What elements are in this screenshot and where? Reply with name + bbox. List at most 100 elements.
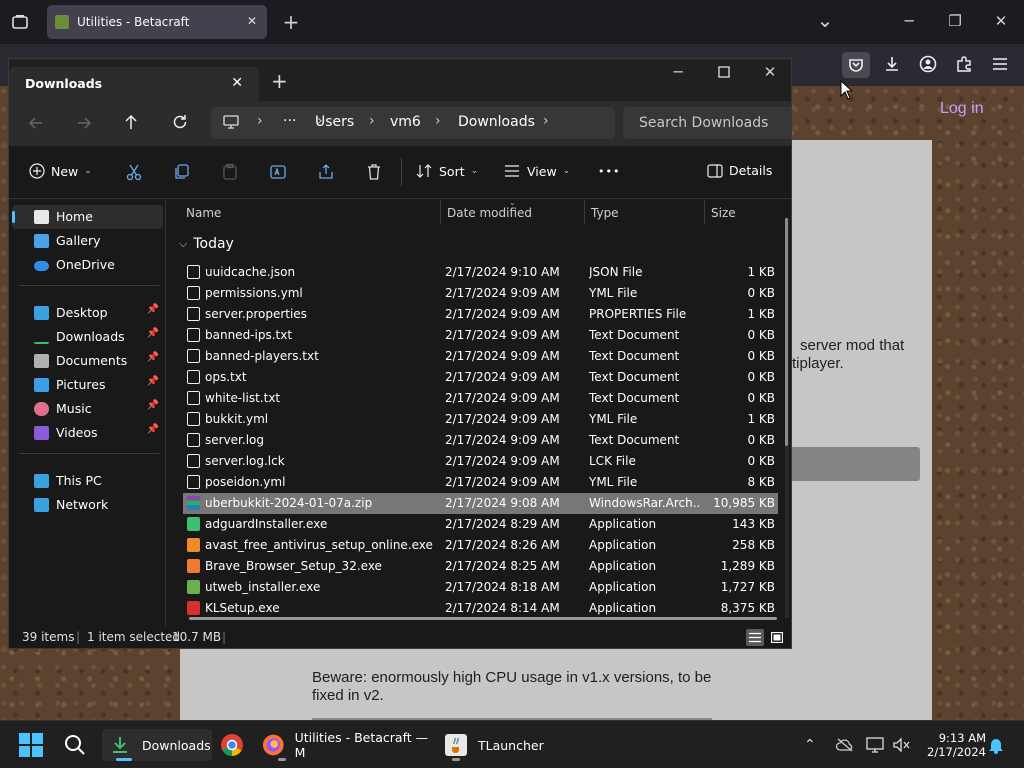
column-separator[interactable]	[704, 200, 705, 224]
search-downloads-input[interactable]: Search Downloads	[623, 107, 791, 139]
search-button[interactable]	[64, 729, 90, 761]
column-header-name[interactable]: Name	[186, 206, 221, 220]
pin-icon[interactable]: 📌	[147, 424, 159, 435]
taskbar-tlauncher[interactable]: TLauncher	[444, 729, 544, 761]
file-row[interactable]: avast_free_antivirus_setup_online.exe 2/1…	[183, 535, 778, 556]
file-row[interactable]: banned-players.txt 2/17/2024 9:09 AM Text …	[183, 346, 778, 367]
sidebar-item-home[interactable]: Home	[12, 205, 163, 229]
browser-tab-utilities[interactable]: Utilities - Betacraft ✕	[47, 5, 267, 39]
file-row[interactable]: KLSetup.exe 2/17/2024 8:14 AM Application 8…	[183, 598, 778, 619]
new-button[interactable]: New ⌄	[29, 163, 92, 179]
firefox-view-icon[interactable]	[10, 12, 30, 32]
account-icon[interactable]	[918, 54, 938, 74]
rename-icon[interactable]	[269, 163, 287, 185]
details-button[interactable]: Details	[707, 163, 772, 178]
sidebar-item-music[interactable]: Music 📌	[12, 397, 163, 421]
pin-icon[interactable]: 📌	[147, 352, 159, 363]
pin-icon[interactable]: 📌	[147, 328, 159, 339]
sidebar-item-desktop[interactable]: Desktop 📌	[12, 301, 163, 325]
downloads-icon[interactable]	[882, 54, 902, 74]
network-status-icon[interactable]	[866, 729, 886, 761]
sidebar-item-this-pc[interactable]: This PC	[12, 469, 163, 493]
breadcrumb-users[interactable]: Users	[315, 114, 354, 130]
browser-minimize-button[interactable]: ─	[894, 12, 924, 30]
breadcrumb-downloads[interactable]: Downloads	[458, 114, 535, 130]
more-options-button[interactable]: •••	[598, 165, 620, 178]
download-button[interactable]	[792, 447, 920, 481]
explorer-maximize-button[interactable]	[709, 63, 739, 82]
file-row[interactable]: banned-ips.txt 2/17/2024 9:09 AM Text Docu…	[183, 325, 778, 346]
sidebar-item-videos[interactable]: Videos 📌	[12, 421, 163, 445]
file-row[interactable]: permissions.yml 2/17/2024 9:09 AM YML File…	[183, 283, 778, 304]
sidebar-item-downloads[interactable]: Downloads 📌	[12, 325, 163, 349]
file-row[interactable]: uberbukkit-2024-01-07a.zip 2/17/2024 9:08…	[183, 493, 778, 514]
file-row[interactable]: server.properties 2/17/2024 9:09 AM PROPER…	[183, 304, 778, 325]
show-hidden-icons-chevron-icon[interactable]: ⌃	[804, 729, 822, 761]
explorer-minimize-button[interactable]: ─	[663, 63, 693, 81]
file-row[interactable]: Brave_Browser_Setup_32.exe 2/17/2024 8:25…	[183, 556, 778, 577]
notification-bell-icon[interactable]	[988, 729, 1006, 761]
cloud-sync-icon[interactable]	[836, 729, 854, 761]
details-view-icon[interactable]	[746, 629, 764, 646]
pin-icon[interactable]: 📌	[147, 376, 159, 387]
column-separator[interactable]	[440, 200, 441, 224]
up-arrow-icon[interactable]	[122, 113, 140, 135]
taskbar-chrome[interactable]	[220, 729, 248, 761]
sidebar-item-documents[interactable]: Documents 📌	[12, 349, 163, 373]
file-row[interactable]: bukkit.yml 2/17/2024 9:09 AM YML File 1 KB	[183, 409, 778, 430]
file-row[interactable]: adguardInstaller.exe 2/17/2024 8:29 AM App…	[183, 514, 778, 535]
tab-close-icon[interactable]: ✕	[247, 14, 257, 28]
view-button[interactable]: View ⌄	[503, 163, 570, 179]
sort-button[interactable]: Sort ⌄	[415, 163, 478, 179]
scrollbar-thumb[interactable]	[785, 218, 788, 446]
start-button[interactable]	[18, 729, 46, 761]
file-row[interactable]: ops.txt 2/17/2024 9:09 AM Text Document 0 K…	[183, 367, 778, 388]
column-header-size[interactable]: Size	[711, 206, 736, 220]
paste-icon[interactable]	[221, 163, 239, 185]
file-row[interactable]: server.log 2/17/2024 9:09 AM Text Document…	[183, 430, 778, 451]
breadcrumb-ellipsis[interactable]: ···	[283, 113, 296, 129]
refresh-icon[interactable]	[171, 113, 189, 135]
list-all-tabs-button[interactable]: ⌄	[810, 8, 840, 32]
taskbar-file-explorer[interactable]: Downloads	[102, 729, 212, 761]
breadcrumb-vm6[interactable]: vm6	[390, 114, 421, 130]
sidebar-item-network[interactable]: Network	[12, 493, 163, 517]
menu-icon[interactable]	[990, 54, 1010, 74]
tiles-view-icon[interactable]	[769, 629, 785, 646]
file-row[interactable]: utweb_installer.exe 2/17/2024 8:18 AM Appl…	[183, 577, 778, 598]
cut-icon[interactable]	[125, 163, 143, 185]
share-icon[interactable]	[317, 163, 335, 185]
address-bar[interactable]: › ··· › Users › vm6 › Downloads ›	[211, 107, 615, 139]
explorer-close-button[interactable]: ✕	[755, 63, 785, 81]
taskbar-firefox[interactable]: Utilities - Betacraft — M	[262, 729, 434, 761]
column-header-type[interactable]: Type	[591, 206, 619, 220]
column-header-date-modified[interactable]: Date modified	[447, 206, 532, 220]
back-arrow-icon[interactable]	[27, 114, 45, 136]
pin-icon[interactable]: 📌	[147, 400, 159, 411]
column-separator[interactable]	[584, 200, 585, 224]
explorer-tab-close-icon[interactable]: ✕	[231, 75, 243, 91]
pocket-icon[interactable]	[842, 52, 870, 78]
explorer-new-tab-button[interactable]: +	[271, 69, 288, 93]
file-row[interactable]: uuidcache.json 2/17/2024 9:10 AM JSON File…	[183, 262, 778, 283]
browser-close-button[interactable]: ✕	[986, 12, 1016, 30]
sidebar-item-gallery[interactable]: Gallery	[12, 229, 163, 253]
new-tab-button[interactable]: +	[276, 10, 306, 34]
explorer-tab-downloads[interactable]: Downloads ✕	[9, 67, 259, 101]
sidebar-item-pictures[interactable]: Pictures 📌	[12, 373, 163, 397]
vertical-scrollbar[interactable]	[785, 218, 789, 618]
forward-arrow-icon[interactable]	[75, 114, 93, 136]
delete-icon[interactable]	[365, 163, 383, 185]
login-link[interactable]: Log in	[940, 100, 984, 118]
horizontal-scrollbar-thumb[interactable]	[189, 617, 777, 620]
pin-icon[interactable]: 📌	[147, 304, 159, 315]
file-row[interactable]: poseidon.yml 2/17/2024 9:09 AM YML File 8 K…	[183, 472, 778, 493]
browser-maximize-button[interactable]: ❐	[940, 12, 970, 30]
volume-muted-icon[interactable]	[892, 729, 912, 761]
sidebar-item-onedrive[interactable]: OneDrive	[12, 253, 163, 277]
file-row[interactable]: server.log.lck 2/17/2024 9:09 AM LCK File 0…	[183, 451, 778, 472]
clock[interactable]: 9:13 AM 2/17/2024	[922, 729, 986, 761]
extensions-icon[interactable]	[954, 54, 974, 74]
group-header-today[interactable]: ⌵ Today	[179, 236, 234, 252]
file-row[interactable]: white-list.txt 2/17/2024 9:09 AM Text Docu…	[183, 388, 778, 409]
